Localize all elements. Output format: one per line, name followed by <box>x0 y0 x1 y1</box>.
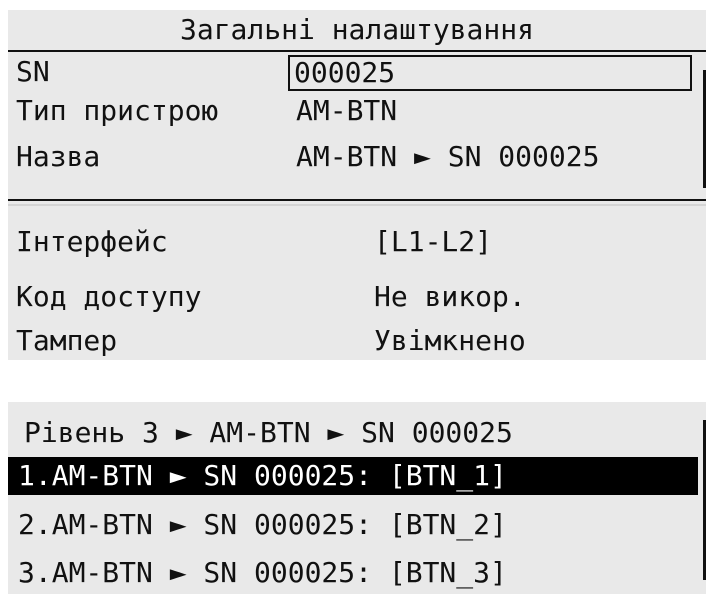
level-menu-title: Рівень 3 ► AM-BTN ► SN 000025 <box>24 416 513 449</box>
device-type-label: Тип пристрою <box>16 94 219 127</box>
access-code-row[interactable]: Код доступу Не викор. <box>8 278 706 316</box>
general-settings-panel: Загальні налаштування SN 000025 Тип прис… <box>8 10 706 360</box>
name-label: Назва <box>16 140 101 173</box>
menu-item-label: 3.AM-BTN ► SN 000025: [BTN_3] <box>18 556 507 589</box>
access-code-label: Код доступу <box>16 280 202 313</box>
menu-item-label: 1.AM-BTN ► SN 000025: [BTN_1] <box>18 459 507 492</box>
tamper-row[interactable]: Тампер Увімкнено <box>8 322 706 360</box>
access-code-value: Не викор. <box>374 280 526 313</box>
menu-item-label: 2.AM-BTN ► SN 000025: [BTN_2] <box>18 508 507 541</box>
tamper-value: Увімкнено <box>374 324 526 357</box>
name-value: AM-BTN ► SN 000025 <box>296 140 600 173</box>
section-divider-light <box>8 204 706 206</box>
level-menu-panel: Рівень 3 ► AM-BTN ► SN 000025 1.AM-BTN ►… <box>8 402 706 594</box>
device-type-value: AM-BTN <box>296 94 398 127</box>
sn-value: 000025 <box>294 56 396 89</box>
general-settings-header: Загальні налаштування <box>8 10 706 52</box>
section-divider <box>8 199 706 201</box>
sn-field[interactable]: 000025 <box>288 55 692 91</box>
device-type-row[interactable]: Тип пристрою AM-BTN <box>8 92 706 130</box>
menu-item-btn-1[interactable]: 1.AM-BTN ► SN 000025: [BTN_1] <box>8 457 698 495</box>
tamper-label: Тампер <box>16 324 118 357</box>
sn-row[interactable]: SN 000025 <box>8 53 706 91</box>
menu-item-btn-2[interactable]: 2.AM-BTN ► SN 000025: [BTN_2] <box>8 506 706 544</box>
level-menu-header: Рівень 3 ► AM-BTN ► SN 000025 <box>8 414 706 452</box>
interface-value: [L1-L2] <box>374 225 493 258</box>
name-row[interactable]: Назва AM-BTN ► SN 000025 <box>8 138 706 176</box>
sn-label: SN <box>16 55 50 88</box>
interface-row[interactable]: Інтерфейс [L1-L2] <box>8 223 706 261</box>
menu-item-btn-3[interactable]: 3.AM-BTN ► SN 000025: [BTN_3] <box>8 554 706 592</box>
general-settings-title: Загальні налаштування <box>179 13 534 46</box>
interface-label: Інтерфейс <box>16 225 168 258</box>
